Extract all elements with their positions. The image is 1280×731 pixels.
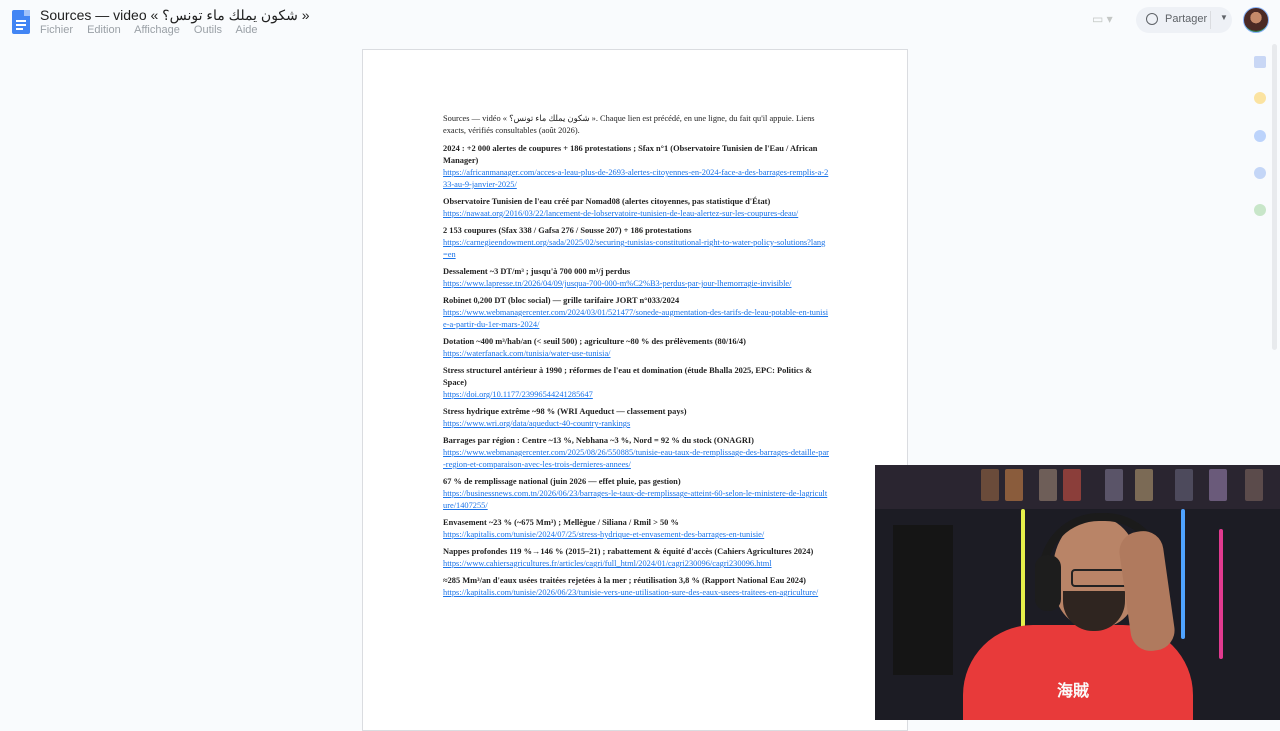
source-list: 2024 : +2 000 alertes de coupures + 186 … <box>443 143 829 599</box>
share-divider <box>1210 11 1211 29</box>
source-entry: Stress hydrique extrême ~98 % (WRI Aqued… <box>443 406 829 430</box>
source-link[interactable]: https://kapitalis.com/tunisie/2024/07/25… <box>443 529 829 541</box>
source-entry: 67 % de remplissage national (juin 2026 … <box>443 476 829 512</box>
source-link[interactable]: https://africanmanager.com/acces-a-leau-… <box>443 167 829 191</box>
source-link[interactable]: https://www.lapresse.tn/2026/04/09/jusqu… <box>443 278 829 290</box>
source-claim: Stress structurel antérieur à 1990 ; réf… <box>443 366 813 387</box>
source-claim: Dotation ~400 m³/hab/an (< seuil 500) ; … <box>443 337 746 346</box>
menu-fichier[interactable]: Fichier <box>40 24 73 36</box>
source-claim: 67 % de remplissage national (juin 2026 … <box>443 477 681 486</box>
source-link[interactable]: https://nawaat.org/2016/03/22/lancement-… <box>443 208 829 220</box>
source-link[interactable]: https://kapitalis.com/tunisie/2026/06/23… <box>443 587 829 599</box>
intro-paragraph: Sources — vidéo « شكون يملك ماء تونس؟ ».… <box>443 114 815 135</box>
meet-video-icon[interactable]: ▭ ▾ <box>1092 12 1120 28</box>
source-claim: ≈285 Mm³/an d'eaux usées traitées rejeté… <box>443 576 806 585</box>
source-entry: Dotation ~400 m³/hab/an (< seuil 500) ; … <box>443 336 829 360</box>
source-entry: Robinet 0,200 DT (bloc social) — grille … <box>443 295 829 331</box>
document-page: Sources — vidéo « شكون يملك ماء تونس؟ ».… <box>362 49 908 731</box>
webcam-overlay: 海賊 <box>875 465 1280 720</box>
source-claim: Observatoire Tunisien de l'eau créé par … <box>443 197 771 206</box>
contacts-icon[interactable] <box>1254 167 1266 179</box>
avatar[interactable] <box>1243 7 1269 33</box>
source-entry: 2024 : +2 000 alertes de coupures + 186 … <box>443 143 829 191</box>
background-shelf <box>875 465 1280 509</box>
source-claim: Envasement ~23 % (~675 Mm³) ; Mellègue /… <box>443 518 679 527</box>
menu-bar: Fichier Edition Affichage Outils Aide <box>40 24 269 36</box>
source-claim: Nappes profondes 119 %→146 % (2015–21) ;… <box>443 547 814 556</box>
keep-icon[interactable] <box>1254 92 1266 104</box>
source-claim: Stress hydrique extrême ~98 % (WRI Aqued… <box>443 407 687 416</box>
document-title[interactable]: Sources — video « شكون يملك ماء تونس؟ » <box>40 7 310 24</box>
source-entry: Barrages par région : Centre ~13 %, Nebh… <box>443 435 829 471</box>
source-link[interactable]: https://www.webmanagercenter.com/2025/08… <box>443 447 829 471</box>
source-link[interactable]: https://www.webmanagercenter.com/2024/03… <box>443 307 829 331</box>
menu-edition[interactable]: Edition <box>87 24 121 36</box>
led-strip <box>1021 509 1025 639</box>
share-label: Partager <box>1165 13 1208 25</box>
source-link[interactable]: https://doi.org/10.1177/2399654424128564… <box>443 389 829 401</box>
source-entry: Stress structurel antérieur à 1990 ; réf… <box>443 365 829 401</box>
source-link[interactable]: https://waterfanack.com/tunisia/water-us… <box>443 348 829 360</box>
maps-icon[interactable] <box>1254 204 1266 216</box>
source-entry: ≈285 Mm³/an d'eaux usées traitées rejeté… <box>443 575 829 599</box>
led-strip <box>1219 529 1223 659</box>
menu-affichage[interactable]: Affichage <box>134 24 180 36</box>
source-link[interactable]: https://carnegieendowment.org/sada/2025/… <box>443 237 829 261</box>
source-entry: Observatoire Tunisien de l'eau créé par … <box>443 196 829 220</box>
source-claim: Barrages par région : Centre ~13 %, Nebh… <box>443 436 754 445</box>
source-entry: Envasement ~23 % (~675 Mm³) ; Mellègue /… <box>443 517 829 541</box>
source-entry: Nappes profondes 119 %→146 % (2015–21) ;… <box>443 546 829 570</box>
tasks-icon[interactable] <box>1254 130 1266 142</box>
source-link[interactable]: https://businessnews.com.tn/2026/06/23/b… <box>443 488 829 512</box>
source-claim: Dessalement ~3 DT/m³ ; jusqu'à 700 000 m… <box>443 267 631 276</box>
source-entry: Dessalement ~3 DT/m³ ; jusqu'à 700 000 m… <box>443 266 829 290</box>
google-docs-icon[interactable] <box>12 10 30 34</box>
globe-icon <box>1146 13 1158 25</box>
mic-arm <box>893 525 953 675</box>
led-strip <box>1181 509 1185 639</box>
source-claim: 2024 : +2 000 alertes de coupures + 186 … <box>443 144 818 165</box>
docs-toolbar: Sources — video « شكون يملك ماء تونس؟ » … <box>0 0 1280 44</box>
share-button[interactable]: Partager ▼ <box>1136 7 1232 33</box>
scrollbar[interactable] <box>1272 44 1277 350</box>
chevron-down-icon[interactable]: ▼ <box>1220 13 1228 22</box>
document-body[interactable]: Sources — vidéo « شكون يملك ماء تونس؟ ».… <box>443 113 829 604</box>
source-entry: 2 153 coupures (Sfax 338 / Gafsa 276 / S… <box>443 225 829 261</box>
menu-aide[interactable]: Aide <box>235 24 257 36</box>
source-claim: Robinet 0,200 DT (bloc social) — grille … <box>443 296 680 305</box>
source-claim: 2 153 coupures (Sfax 338 / Gafsa 276 / S… <box>443 226 692 235</box>
headphones-cup <box>1035 555 1061 611</box>
source-link[interactable]: https://www.cahiersagricultures.fr/artic… <box>443 558 829 570</box>
shirt-print: 海賊 <box>1057 681 1090 700</box>
menu-outils[interactable]: Outils <box>194 24 222 36</box>
source-link[interactable]: https://www.wri.org/data/aqueduct-40-cou… <box>443 418 829 430</box>
calendar-icon[interactable] <box>1254 56 1266 68</box>
